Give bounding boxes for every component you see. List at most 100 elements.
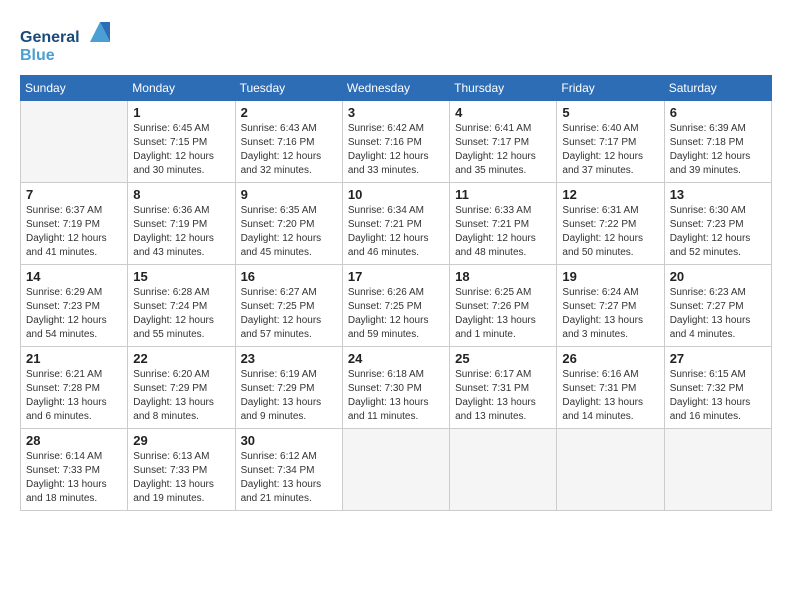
calendar-cell: 14 Sunrise: 6:29 AMSunset: 7:23 PMDayligh… — [21, 265, 128, 347]
calendar-cell: 24 Sunrise: 6:18 AMSunset: 7:30 PMDayligh… — [342, 347, 449, 429]
calendar-cell: 10 Sunrise: 6:34 AMSunset: 7:21 PMDayligh… — [342, 183, 449, 265]
day-info: Sunrise: 6:12 AMSunset: 7:34 PMDaylight:… — [241, 450, 337, 506]
day-info: Sunrise: 6:25 AMSunset: 7:26 PMDaylight:… — [455, 286, 551, 342]
calendar-cell — [21, 101, 128, 183]
day-number: 1 — [133, 105, 229, 120]
day-info: Sunrise: 6:18 AMSunset: 7:30 PMDaylight:… — [348, 368, 444, 424]
day-number: 15 — [133, 269, 229, 284]
day-of-week-header: Sunday — [21, 76, 128, 101]
calendar-week-row: 7 Sunrise: 6:37 AMSunset: 7:19 PMDaylight… — [21, 183, 772, 265]
day-info: Sunrise: 6:34 AMSunset: 7:21 PMDaylight:… — [348, 204, 444, 260]
calendar-cell: 23Sunrise: 6:19 AMSunset: 7:29 PMDayligh… — [235, 347, 342, 429]
calendar-cell — [450, 429, 557, 511]
calendar-week-row: 14 Sunrise: 6:29 AMSunset: 7:23 PMDayligh… — [21, 265, 772, 347]
calendar-header-row: SundayMondayTuesdayWednesdayThursdayFrid… — [21, 76, 772, 101]
day-info: Sunrise: 6:45 AMSunset: 7:15 PMDaylight:… — [133, 122, 229, 178]
calendar-cell: 29 Sunrise: 6:13 AMSunset: 7:33 PMDayligh… — [128, 429, 235, 511]
calendar-cell: 15 Sunrise: 6:28 AMSunset: 7:24 PMDayligh… — [128, 265, 235, 347]
day-info: Sunrise: 6:24 AMSunset: 7:27 PMDaylight:… — [562, 286, 658, 342]
day-info: Sunrise: 6:13 AMSunset: 7:33 PMDaylight:… — [133, 450, 229, 506]
day-number: 5 — [562, 105, 658, 120]
day-number: 17 — [348, 269, 444, 284]
day-info: Sunrise: 6:33 AMSunset: 7:21 PMDaylight:… — [455, 204, 551, 260]
day-number: 16 — [241, 269, 337, 284]
day-info: Sunrise: 6:28 AMSunset: 7:24 PMDaylight:… — [133, 286, 229, 342]
calendar-cell: 27 Sunrise: 6:15 AMSunset: 7:32 PMDayligh… — [664, 347, 771, 429]
day-number: 9 — [241, 187, 337, 202]
day-number: 4 — [455, 105, 551, 120]
calendar-cell: 7 Sunrise: 6:37 AMSunset: 7:19 PMDaylight… — [21, 183, 128, 265]
day-info: Sunrise: 6:20 AMSunset: 7:29 PMDaylight:… — [133, 368, 229, 424]
calendar-cell: 20 Sunrise: 6:23 AMSunset: 7:27 PMDayligh… — [664, 265, 771, 347]
day-number: 6 — [670, 105, 766, 120]
calendar-cell: 11 Sunrise: 6:33 AMSunset: 7:21 PMDayligh… — [450, 183, 557, 265]
day-number: 22 — [133, 351, 229, 366]
day-info: Sunrise: 6:37 AMSunset: 7:19 PMDaylight:… — [26, 204, 122, 260]
svg-text:General: General — [20, 29, 80, 46]
day-info: Sunrise: 6:17 AMSunset: 7:31 PMDaylight:… — [455, 368, 551, 424]
day-number: 8 — [133, 187, 229, 202]
day-number: 3 — [348, 105, 444, 120]
svg-text:Blue: Blue — [20, 47, 55, 64]
day-info: Sunrise: 6:43 AMSunset: 7:16 PMDaylight:… — [241, 122, 337, 178]
calendar-cell — [664, 429, 771, 511]
calendar-week-row: 21 Sunrise: 6:21 AMSunset: 7:28 PMDayligh… — [21, 347, 772, 429]
day-info: Sunrise: 6:30 AMSunset: 7:23 PMDaylight:… — [670, 204, 766, 260]
day-number: 14 — [26, 269, 122, 284]
calendar-cell — [557, 429, 664, 511]
day-info: Sunrise: 6:41 AMSunset: 7:17 PMDaylight:… — [455, 122, 551, 178]
calendar-cell: 26Sunrise: 6:16 AMSunset: 7:31 PMDayligh… — [557, 347, 664, 429]
day-info: Sunrise: 6:39 AMSunset: 7:18 PMDaylight:… — [670, 122, 766, 178]
calendar-cell: 22 Sunrise: 6:20 AMSunset: 7:29 PMDayligh… — [128, 347, 235, 429]
day-number: 25 — [455, 351, 551, 366]
day-info: Sunrise: 6:42 AMSunset: 7:16 PMDaylight:… — [348, 122, 444, 178]
day-number: 13 — [670, 187, 766, 202]
day-number: 21 — [26, 351, 122, 366]
calendar-cell: 18Sunrise: 6:25 AMSunset: 7:26 PMDayligh… — [450, 265, 557, 347]
calendar-cell: 5 Sunrise: 6:40 AMSunset: 7:17 PMDaylight… — [557, 101, 664, 183]
calendar-cell: 13 Sunrise: 6:30 AMSunset: 7:23 PMDayligh… — [664, 183, 771, 265]
calendar-cell: 2Sunrise: 6:43 AMSunset: 7:16 PMDaylight… — [235, 101, 342, 183]
day-number: 11 — [455, 187, 551, 202]
day-number: 23 — [241, 351, 337, 366]
calendar-cell: 16 Sunrise: 6:27 AMSunset: 7:25 PMDayligh… — [235, 265, 342, 347]
day-info: Sunrise: 6:27 AMSunset: 7:25 PMDaylight:… — [241, 286, 337, 342]
day-number: 12 — [562, 187, 658, 202]
day-number: 28 — [26, 433, 122, 448]
calendar-cell: 6 Sunrise: 6:39 AMSunset: 7:18 PMDaylight… — [664, 101, 771, 183]
day-info: Sunrise: 6:23 AMSunset: 7:27 PMDaylight:… — [670, 286, 766, 342]
day-of-week-header: Friday — [557, 76, 664, 101]
calendar-week-row: 28 Sunrise: 6:14 AMSunset: 7:33 PMDayligh… — [21, 429, 772, 511]
day-number: 7 — [26, 187, 122, 202]
day-info: Sunrise: 6:31 AMSunset: 7:22 PMDaylight:… — [562, 204, 658, 260]
calendar-cell: 4 Sunrise: 6:41 AMSunset: 7:17 PMDaylight… — [450, 101, 557, 183]
day-info: Sunrise: 6:14 AMSunset: 7:33 PMDaylight:… — [26, 450, 122, 506]
day-number: 20 — [670, 269, 766, 284]
calendar-cell: 28 Sunrise: 6:14 AMSunset: 7:33 PMDayligh… — [21, 429, 128, 511]
day-number: 24 — [348, 351, 444, 366]
calendar-cell: 12 Sunrise: 6:31 AMSunset: 7:22 PMDayligh… — [557, 183, 664, 265]
calendar-week-row: 1 Sunrise: 6:45 AMSunset: 7:15 PMDaylight… — [21, 101, 772, 183]
day-number: 10 — [348, 187, 444, 202]
calendar-cell — [342, 429, 449, 511]
calendar-cell: 1 Sunrise: 6:45 AMSunset: 7:15 PMDaylight… — [128, 101, 235, 183]
logo-icon: General Blue — [20, 20, 110, 65]
calendar-cell: 25 Sunrise: 6:17 AMSunset: 7:31 PMDayligh… — [450, 347, 557, 429]
calendar-cell: 30Sunrise: 6:12 AMSunset: 7:34 PMDayligh… — [235, 429, 342, 511]
calendar-cell: 17 Sunrise: 6:26 AMSunset: 7:25 PMDayligh… — [342, 265, 449, 347]
day-of-week-header: Wednesday — [342, 76, 449, 101]
day-number: 27 — [670, 351, 766, 366]
day-of-week-header: Saturday — [664, 76, 771, 101]
day-number: 29 — [133, 433, 229, 448]
calendar-cell: 9 Sunrise: 6:35 AMSunset: 7:20 PMDaylight… — [235, 183, 342, 265]
day-info: Sunrise: 6:26 AMSunset: 7:25 PMDaylight:… — [348, 286, 444, 342]
day-info: Sunrise: 6:35 AMSunset: 7:20 PMDaylight:… — [241, 204, 337, 260]
calendar-cell: 3 Sunrise: 6:42 AMSunset: 7:16 PMDaylight… — [342, 101, 449, 183]
day-info: Sunrise: 6:15 AMSunset: 7:32 PMDaylight:… — [670, 368, 766, 424]
day-info: Sunrise: 6:29 AMSunset: 7:23 PMDaylight:… — [26, 286, 122, 342]
calendar-cell: 8Sunrise: 6:36 AMSunset: 7:19 PMDaylight… — [128, 183, 235, 265]
day-info: Sunrise: 6:40 AMSunset: 7:17 PMDaylight:… — [562, 122, 658, 178]
day-info: Sunrise: 6:21 AMSunset: 7:28 PMDaylight:… — [26, 368, 122, 424]
day-info: Sunrise: 6:16 AMSunset: 7:31 PMDaylight:… — [562, 368, 658, 424]
day-of-week-header: Tuesday — [235, 76, 342, 101]
